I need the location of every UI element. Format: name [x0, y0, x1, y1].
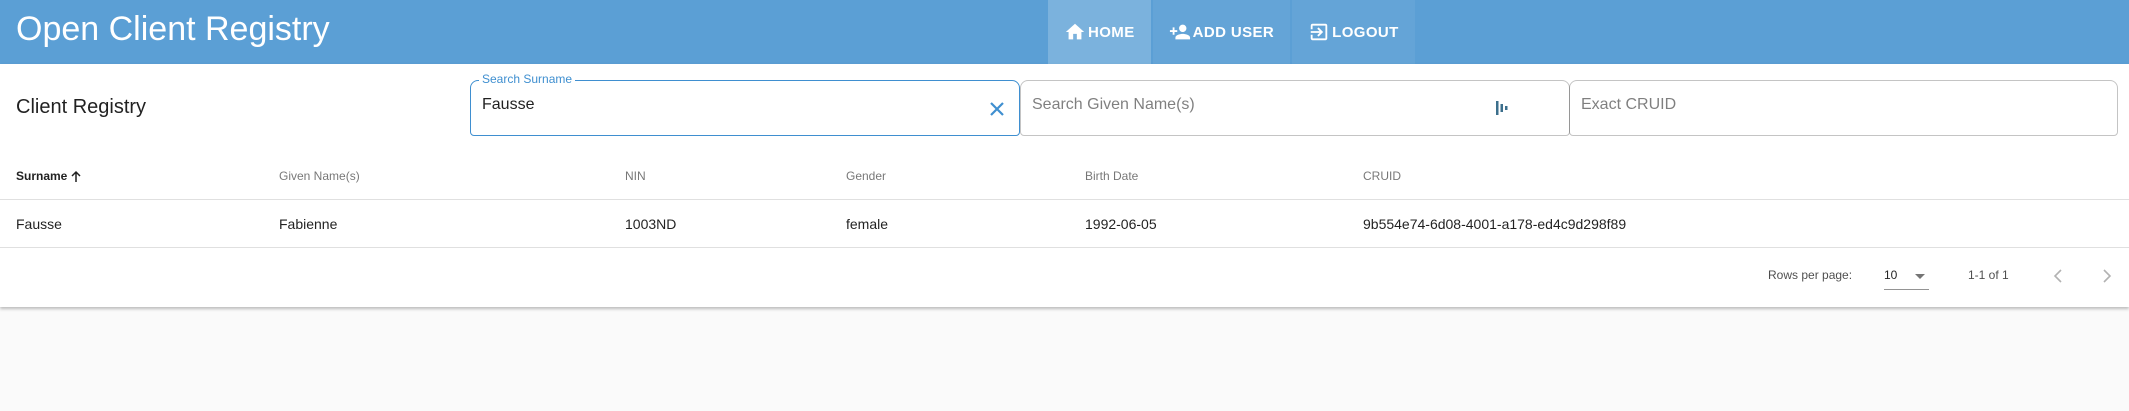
search-given-names-input[interactable] — [1032, 96, 1512, 114]
home-button[interactable]: HOME — [1048, 0, 1151, 64]
search-surname-field[interactable]: Search Surname — [470, 72, 1020, 136]
search-given-names-field[interactable] — [1020, 80, 1570, 136]
logout-icon — [1310, 23, 1328, 41]
search-surname-label: Search Surname — [479, 72, 576, 86]
logout-label: LOGOUT — [1332, 23, 1399, 41]
column-label-surname: Surname — [16, 169, 68, 183]
cell-birth-date: 1992-06-05 — [1085, 216, 1157, 232]
cell-surname: Fausse — [16, 216, 62, 232]
column-header-cruid[interactable]: CRUID — [1363, 152, 1401, 200]
registry-title: Client Registry — [16, 96, 147, 118]
cell-given-names: Fabienne — [279, 216, 338, 232]
clear-icon[interactable] — [987, 99, 1007, 119]
column-header-nin[interactable]: NIN — [625, 152, 646, 200]
rows-per-page-label: Rows per page: — [1768, 268, 1853, 282]
dropdown-caret-icon — [1915, 274, 1925, 279]
exact-cruid-field[interactable] — [1569, 80, 2118, 136]
client-registry-card: Client Registry Search Surname Surname G… — [0, 64, 2129, 307]
logout-button[interactable]: LOGOUT — [1292, 0, 1415, 64]
column-header-surname[interactable]: Surname — [16, 152, 83, 200]
cell-gender: female — [846, 216, 889, 232]
add-user-button[interactable]: ADD USER — [1152, 0, 1291, 64]
chevron-left-icon — [2053, 269, 2062, 283]
pagination-range: 1-1 of 1 — [1968, 268, 2009, 282]
next-page-button[interactable] — [2095, 264, 2119, 288]
home-icon — [1065, 23, 1085, 40]
rows-per-page-select[interactable]: 10 — [1884, 262, 1929, 290]
add-user-icon — [1169, 24, 1190, 40]
column-header-birth-date[interactable]: Birth Date — [1085, 152, 1138, 200]
column-header-gender[interactable]: Gender — [846, 152, 886, 200]
app-bar: Open Client Registry HOME ADD USER LOGOU… — [0, 0, 2129, 64]
table-pagination: Rows per page: 10 1-1 of 1 — [0, 248, 2129, 304]
loading-indicator-icon — [1496, 101, 1508, 115]
cell-nin: 1003ND — [625, 216, 677, 232]
search-surname-input[interactable] — [482, 96, 962, 114]
app-title: Open Client Registry — [16, 10, 330, 48]
table-header: Surname Given Name(s) NIN Gender Birth D… — [0, 152, 2129, 200]
chevron-right-icon — [2103, 269, 2112, 283]
table-row[interactable]: Fausse Fabienne 1003ND female 1992-06-05… — [0, 200, 2129, 248]
home-label: HOME — [1088, 23, 1135, 41]
rows-per-page-value: 10 — [1884, 268, 1898, 282]
previous-page-button[interactable] — [2046, 264, 2070, 288]
add-user-label: ADD USER — [1192, 23, 1275, 41]
cell-cruid: 9b554e74-6d08-4001-a178-ed4c9d298f89 — [1363, 216, 1627, 232]
arrow-up-icon — [71, 170, 81, 182]
exact-cruid-input[interactable] — [1581, 96, 2061, 114]
column-header-given-names[interactable]: Given Name(s) — [279, 152, 360, 200]
main-nav: HOME ADD USER LOGOUT — [1048, 0, 1417, 64]
